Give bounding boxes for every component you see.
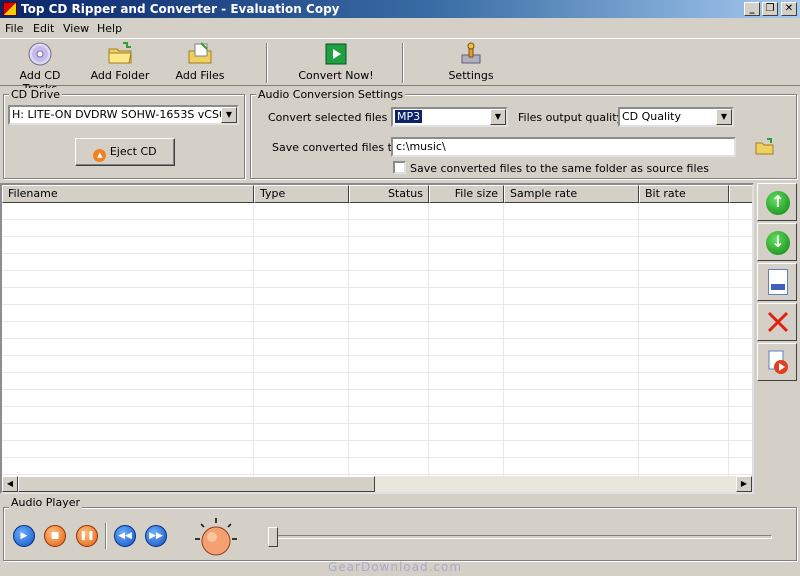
column-filename[interactable]: Filename bbox=[2, 185, 254, 203]
convert-now-label: Convert Now! bbox=[298, 69, 374, 82]
add-folder-button[interactable]: Add Folder bbox=[88, 41, 152, 82]
column-bit-rate[interactable]: Bit rate bbox=[639, 185, 729, 203]
column-divider bbox=[503, 203, 504, 476]
add-cd-tracks-button[interactable]: Add CD Tracks bbox=[2, 41, 78, 95]
seek-slider-thumb[interactable] bbox=[268, 527, 278, 547]
file-list[interactable]: Filename Type Status File size Sample ra… bbox=[0, 183, 754, 494]
cd-icon bbox=[27, 41, 53, 67]
list-header: Filename Type Status File size Sample ra… bbox=[2, 185, 752, 203]
format-value: MP3 bbox=[395, 110, 423, 123]
minimize-button[interactable]: _ bbox=[744, 2, 760, 16]
column-type[interactable]: Type bbox=[254, 185, 349, 203]
play-file-icon bbox=[767, 349, 791, 380]
column-status[interactable]: Status bbox=[349, 185, 429, 203]
menu-bar: File Edit View Help bbox=[0, 18, 800, 38]
quality-select[interactable]: CD Quality ▼ bbox=[618, 107, 734, 127]
scroll-thumb[interactable] bbox=[18, 476, 375, 492]
audio-player-legend: Audio Player bbox=[9, 496, 82, 509]
eject-icon: ▲ bbox=[93, 149, 107, 162]
arrow-down-icon: ↓ bbox=[766, 231, 790, 255]
chevron-down-icon[interactable]: ▼ bbox=[716, 109, 732, 125]
browse-folder-icon[interactable] bbox=[755, 138, 775, 156]
player-separator bbox=[105, 523, 107, 549]
conversion-settings-legend: Audio Conversion Settings bbox=[256, 88, 406, 101]
same-folder-checkbox[interactable] bbox=[393, 161, 406, 174]
edit-tag-button[interactable] bbox=[757, 263, 797, 301]
toolbar-separator bbox=[402, 43, 404, 83]
eject-cd-label: Eject CD bbox=[109, 145, 157, 158]
files-add-icon bbox=[187, 41, 213, 67]
move-down-button[interactable]: ↓ bbox=[757, 223, 797, 261]
toolbar: Add CD Tracks Add Folder Add Files Conve… bbox=[0, 38, 800, 95]
settings-button[interactable]: Settings bbox=[446, 41, 496, 82]
app-icon bbox=[3, 2, 17, 16]
toolbar-separator bbox=[266, 43, 268, 83]
menu-view[interactable]: View bbox=[63, 22, 89, 35]
save-to-label: Save converted files to bbox=[272, 141, 399, 154]
quality-label: Files output quality : bbox=[518, 111, 631, 124]
stop-button[interactable]: ■ bbox=[44, 525, 66, 547]
title-bar: Top CD Ripper and Converter - Evaluation… bbox=[0, 0, 800, 18]
scroll-left-button[interactable]: ◀ bbox=[2, 476, 18, 492]
tag-icon bbox=[768, 269, 788, 295]
menu-edit[interactable]: Edit bbox=[33, 22, 54, 35]
rewind-button[interactable]: ◀◀ bbox=[114, 525, 136, 547]
settings-icon bbox=[458, 41, 484, 67]
move-up-button[interactable]: ↑ bbox=[757, 183, 797, 221]
add-files-button[interactable]: Add Files bbox=[172, 41, 228, 82]
play-file-button[interactable] bbox=[757, 343, 797, 381]
convert-now-button[interactable]: Convert Now! bbox=[298, 41, 374, 82]
seek-track[interactable] bbox=[270, 535, 772, 539]
menu-file[interactable]: File bbox=[5, 22, 23, 35]
column-file-size[interactable]: File size bbox=[429, 185, 504, 203]
play-button[interactable]: ▶ bbox=[13, 525, 35, 547]
same-folder-label: Save converted files to the same folder … bbox=[410, 162, 710, 175]
column-filler bbox=[729, 185, 752, 203]
folder-add-icon bbox=[107, 41, 133, 67]
delete-button[interactable] bbox=[757, 303, 797, 341]
cd-drive-legend: CD Drive bbox=[9, 88, 62, 101]
add-folder-label: Add Folder bbox=[90, 69, 150, 82]
save-path-input[interactable]: c:\music\ bbox=[391, 137, 736, 157]
horizontal-scrollbar[interactable]: ◀ ▶ bbox=[2, 476, 752, 492]
cd-drive-value: H: LITE-ON DVDRW SOHW-1653S vCS0K bbox=[12, 108, 234, 121]
close-button[interactable]: ✕ bbox=[781, 2, 797, 16]
column-divider bbox=[638, 203, 639, 476]
add-files-label: Add Files bbox=[175, 69, 225, 82]
quality-value: CD Quality bbox=[622, 110, 681, 123]
restore-button[interactable]: ❐ bbox=[762, 2, 778, 16]
fast-forward-button[interactable]: ▶▶ bbox=[145, 525, 167, 547]
menu-help[interactable]: Help bbox=[97, 22, 122, 35]
format-select[interactable]: MP3 ▼ bbox=[391, 107, 508, 127]
chevron-down-icon[interactable]: ▼ bbox=[221, 107, 237, 123]
convert-to-label: Convert selected files to bbox=[268, 111, 402, 124]
column-sample-rate[interactable]: Sample rate bbox=[504, 185, 639, 203]
arrow-up-icon: ↑ bbox=[766, 191, 790, 215]
settings-label: Settings bbox=[448, 69, 494, 82]
delete-icon bbox=[766, 310, 790, 337]
column-divider bbox=[253, 203, 254, 476]
play-icon bbox=[323, 41, 349, 67]
list-rows bbox=[2, 203, 752, 476]
column-divider bbox=[428, 203, 429, 476]
column-divider bbox=[348, 203, 349, 476]
scroll-right-button[interactable]: ▶ bbox=[736, 476, 752, 492]
chevron-down-icon[interactable]: ▼ bbox=[490, 109, 506, 125]
column-divider bbox=[728, 203, 729, 476]
eject-cd-button[interactable]: ▲ Eject CD bbox=[75, 138, 175, 166]
pause-button[interactable]: ❚❚ bbox=[76, 525, 98, 547]
volume-knob-icon[interactable] bbox=[193, 516, 239, 565]
watermark: GearDownload.com bbox=[328, 560, 463, 574]
window-title: Top CD Ripper and Converter - Evaluation… bbox=[21, 2, 340, 16]
cd-drive-select[interactable]: H: LITE-ON DVDRW SOHW-1653S vCS0K ▼ bbox=[8, 105, 239, 125]
